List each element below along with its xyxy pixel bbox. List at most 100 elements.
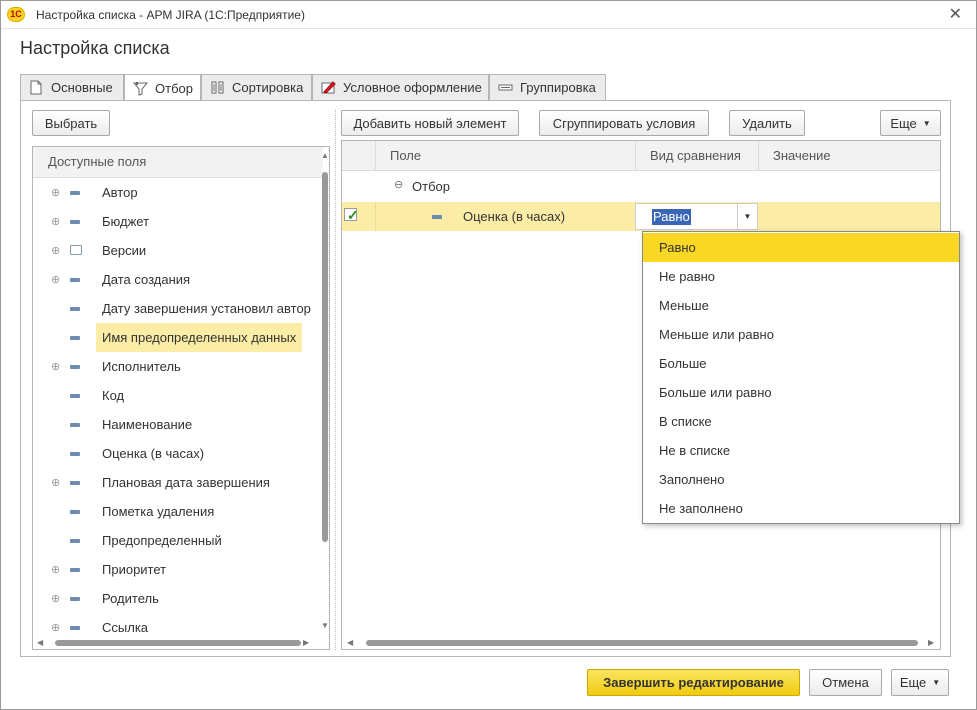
scroll-right-icon[interactable]: ▶ (928, 638, 934, 647)
more-button-label: Еще (899, 675, 927, 690)
field-label: Код (102, 388, 125, 403)
collapse-icon[interactable]: ⊖ (394, 178, 403, 191)
grouping-icon (498, 80, 513, 95)
field-icon (70, 307, 80, 311)
scroll-up-icon[interactable]: ▲ (321, 151, 329, 160)
field-icon (70, 539, 80, 543)
comparison-option[interactable]: Не заполнено (643, 494, 959, 523)
tab-sort[interactable]: Сортировка (201, 74, 312, 101)
app-logo-icon: 1С (7, 7, 25, 22)
expand-icon[interactable]: ⊕ (51, 215, 60, 228)
condition-checkbox[interactable]: ✓ (344, 207, 359, 223)
field-list-item[interactable]: ⊕ Родитель (33, 584, 318, 613)
comparison-option[interactable]: Не равно (643, 262, 959, 291)
field-list-item[interactable]: Оценка (в часах) (33, 439, 318, 468)
add-element-button[interactable]: Добавить новый элемент (341, 110, 519, 136)
expand-icon[interactable]: ⊕ (51, 592, 60, 605)
tab-main[interactable]: Основные (20, 74, 124, 101)
expand-icon[interactable]: ⊕ (51, 360, 60, 373)
condition-field-label[interactable]: Оценка (в часах) (463, 202, 565, 231)
field-list-item[interactable]: Пометка удаления (33, 497, 318, 526)
expand-icon[interactable]: ⊕ (51, 563, 60, 576)
tab-filter[interactable]: Отбор (124, 74, 201, 102)
cancel-button[interactable]: Отмена (809, 669, 882, 696)
available-fields-header: Доступные поля (33, 147, 323, 178)
comparison-value[interactable]: Равно (652, 209, 691, 225)
expand-icon[interactable]: ⊕ (51, 186, 60, 199)
expand-icon[interactable]: ⊕ (51, 244, 60, 257)
group-conditions-button[interactable]: Сгруппировать условия (539, 110, 709, 136)
close-icon[interactable]: ✕ (949, 4, 962, 24)
comparison-option[interactable]: Заполнено (643, 465, 959, 494)
field-label: Оценка (в часах) (102, 446, 205, 461)
chevron-down-icon: ▼ (932, 678, 941, 687)
field-list-item[interactable]: Код (33, 381, 318, 410)
filter-condition-row[interactable]: ✓ Оценка (в часах) Равно ▼ (342, 202, 940, 231)
field-label: Бюджет (102, 214, 150, 229)
field-icon (70, 365, 80, 369)
field-list-item[interactable]: ⊕ Дата создания (33, 265, 318, 294)
filter-group-row[interactable]: ⊖ Отбор (342, 172, 940, 201)
fields-horizontal-scrollbar[interactable]: ◀ ▶ (33, 637, 320, 649)
tab-label: Отбор (155, 80, 193, 96)
field-list-item[interactable]: Дату завершения установил автор (33, 294, 318, 323)
field-label: Исполнитель (102, 359, 181, 374)
comparison-select[interactable]: Равно ▼ (635, 203, 758, 230)
fields-vertical-scrollbar[interactable]: ▲ ▼ (320, 147, 329, 649)
chevron-down-icon[interactable]: ▼ (737, 204, 757, 229)
scroll-down-icon[interactable]: ▼ (321, 621, 329, 630)
comparison-option[interactable]: В списке (643, 407, 959, 436)
field-list-item[interactable]: ⊕ Плановая дата завершения (33, 468, 318, 497)
document-icon (29, 80, 44, 95)
column-header-field[interactable]: Поле (376, 141, 636, 171)
comparison-dropdown-list: Равно Не равно Меньше Меньше или равно Больш… (642, 231, 960, 524)
delete-button[interactable]: Удалить (729, 110, 805, 136)
field-list-item[interactable]: ⊕ Бюджет (33, 207, 318, 236)
comparison-option[interactable]: Больше (643, 349, 959, 378)
field-list-item[interactable]: ⊕ Автор (33, 178, 318, 207)
row-divider (375, 202, 376, 231)
comparison-option[interactable]: Меньше (643, 291, 959, 320)
field-list-item[interactable]: ⊕ Версии (33, 236, 318, 265)
finish-editing-button[interactable]: Завершить редактирование (587, 669, 800, 696)
field-label: Дату завершения установил автор (102, 301, 311, 316)
comparison-option[interactable]: Равно (643, 233, 959, 262)
table-horizontal-scrollbar[interactable]: ◀ ▶ (342, 637, 940, 649)
field-icon (70, 423, 80, 427)
comparison-option[interactable]: Больше или равно (643, 378, 959, 407)
scroll-thumb[interactable] (322, 172, 328, 542)
comparison-option[interactable]: Меньше или равно (643, 320, 959, 349)
column-header-value[interactable]: Значение (759, 141, 940, 171)
field-list-item[interactable]: ⊕ Исполнитель (33, 352, 318, 381)
field-list-item[interactable]: Наименование (33, 410, 318, 439)
scroll-thumb[interactable] (366, 640, 918, 646)
field-list-item[interactable]: Имя предопределенных данных (33, 323, 318, 352)
field-icon (70, 481, 80, 485)
field-icon (70, 597, 80, 601)
expand-icon[interactable]: ⊕ (51, 476, 60, 489)
scroll-thumb[interactable] (55, 640, 301, 646)
column-header-comparison[interactable]: Вид сравнения (636, 141, 759, 171)
tab-conditional-format[interactable]: Условное оформление (312, 74, 489, 101)
field-list-item[interactable]: ⊕ Приоритет (33, 555, 318, 584)
field-label: Автор (102, 185, 138, 200)
field-list-item[interactable]: Предопределенный (33, 526, 318, 555)
tab-grouping[interactable]: Группировка (489, 74, 606, 101)
more-button[interactable]: Еще ▼ (880, 110, 941, 136)
scroll-left-icon[interactable]: ◀ (347, 638, 353, 647)
field-label: Наименование (102, 417, 193, 432)
field-icon (70, 510, 80, 514)
header-check-column (342, 141, 376, 171)
expand-icon[interactable]: ⊕ (51, 273, 60, 286)
comparison-option[interactable]: Не в списке (643, 436, 959, 465)
scroll-left-icon[interactable]: ◀ (37, 638, 43, 647)
panel-splitter[interactable] (335, 109, 336, 650)
select-button[interactable]: Выбрать (32, 110, 110, 136)
expand-icon[interactable]: ⊕ (51, 621, 60, 634)
scroll-right-icon[interactable]: ▶ (303, 638, 309, 647)
field-label: Предопределенный (102, 533, 222, 548)
tab-label: Группировка (520, 80, 596, 95)
field-label: Пометка удаления (102, 504, 215, 519)
pencil-icon (321, 80, 336, 95)
footer-more-button[interactable]: Еще ▼ (891, 669, 949, 696)
